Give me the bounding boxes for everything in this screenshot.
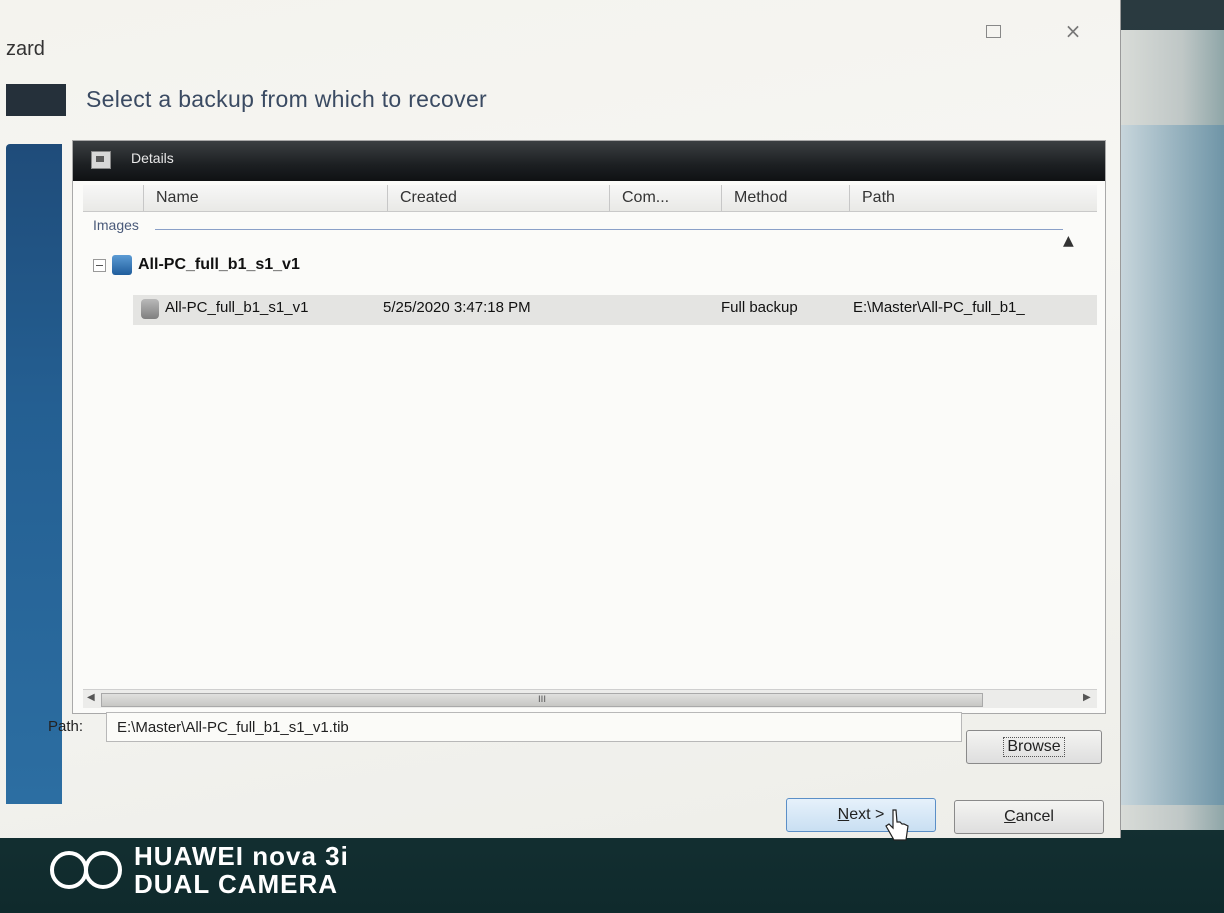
expander-icon[interactable] — [93, 258, 106, 272]
wizard-nav — [0, 84, 66, 804]
page-title: Select a backup from which to recover — [86, 86, 487, 112]
recovery-wizard-window: zard × Select a backup from which to rec… — [0, 0, 1121, 841]
backup-row-method: Full backup — [721, 299, 798, 316]
close-icon: × — [1064, 19, 1082, 43]
watermark-line1: HUAWEI nova 3i — [134, 841, 349, 871]
details-icon — [91, 151, 111, 169]
next-button-label: ext > — [849, 806, 885, 823]
backup-row[interactable]: All-PC_full_b1_s1_v1 5/25/2020 3:47:18 P… — [133, 295, 1097, 325]
details-header-label: Details — [131, 150, 174, 166]
tree-parent-item[interactable]: All-PC_full_b1_s1_v1 — [93, 251, 300, 279]
maximize-icon — [985, 24, 1001, 38]
cancel-button-accesskey: C — [1004, 808, 1016, 825]
backup-row-path: E:\Master\All-PC_full_b1_ — [853, 299, 1025, 316]
backup-disk-icon — [141, 299, 159, 319]
window-title: zard — [6, 38, 45, 60]
close-button[interactable]: × — [1050, 14, 1096, 48]
group-divider — [155, 229, 1063, 230]
disk-icon — [112, 255, 132, 275]
scroll-left-icon[interactable]: ◀ — [87, 692, 95, 703]
title-bar: zard × — [0, 0, 1120, 80]
cancel-button[interactable]: Cancel — [954, 800, 1104, 834]
column-header-method[interactable]: Method — [721, 185, 850, 211]
scrollbar-thumb[interactable]: III — [101, 693, 983, 707]
background-window-panel — [1120, 125, 1224, 805]
column-header-row: Name Created Com... Method Path — [83, 185, 1097, 212]
wizard-nav-panel — [6, 144, 62, 804]
tree-parent-label: All-PC_full_b1_s1_v1 — [138, 256, 300, 273]
next-button[interactable]: Next > — [786, 798, 936, 832]
details-panel: Details Name Created Com... Method Path … — [72, 140, 1106, 714]
watermark-rings-icon — [50, 851, 122, 889]
backup-row-name: All-PC_full_b1_s1_v1 — [165, 299, 309, 316]
column-header-created[interactable]: Created — [387, 185, 610, 211]
path-input[interactable]: E:\Master\All-PC_full_b1_s1_v1.tib — [106, 712, 962, 742]
column-header-name[interactable]: Name — [143, 185, 388, 211]
column-header-comment[interactable]: Com... — [609, 185, 722, 211]
path-label: Path: — [48, 718, 84, 735]
background-window-edge — [1120, 30, 1224, 830]
details-header: Details — [73, 141, 1105, 181]
group-label-images: Images — [93, 217, 139, 233]
maximize-button[interactable] — [970, 14, 1016, 48]
column-header-path[interactable]: Path — [849, 185, 1098, 211]
wizard-nav-active-step[interactable] — [6, 84, 66, 116]
browse-button-label: Browse — [1003, 737, 1065, 757]
watermark-line2: DUAL CAMERA — [134, 869, 339, 899]
scroll-right-icon[interactable]: ▶ — [1083, 692, 1091, 703]
group-collapse-icon[interactable]: ▲ — [1063, 233, 1074, 249]
backup-row-created: 5/25/2020 3:47:18 PM — [383, 299, 531, 316]
next-button-accesskey: N — [837, 806, 850, 823]
camera-watermark: HUAWEI nova 3i DUAL CAMERA — [50, 842, 349, 898]
horizontal-scrollbar[interactable]: ◀ III ▶ — [83, 689, 1097, 708]
cancel-button-label: ancel — [1015, 808, 1054, 825]
browse-button[interactable]: Browse — [966, 730, 1102, 764]
cursor-icon — [885, 809, 909, 841]
